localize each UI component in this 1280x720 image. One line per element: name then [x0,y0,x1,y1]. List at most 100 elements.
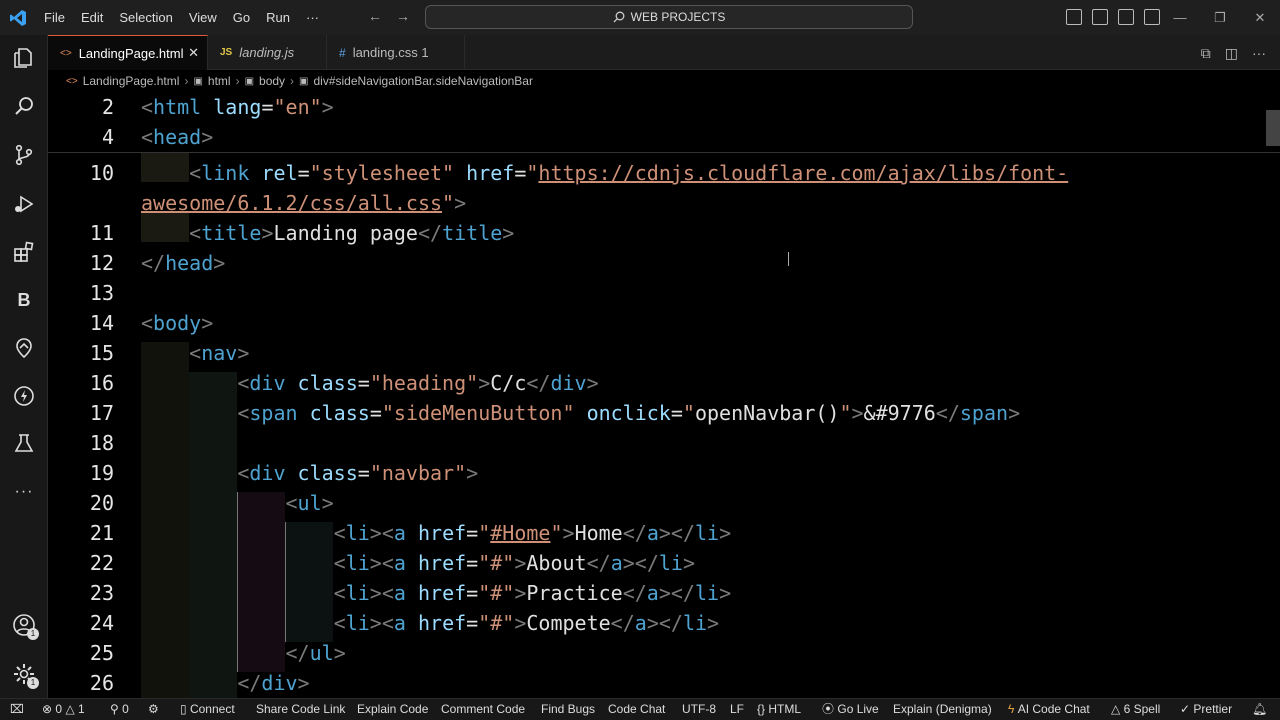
share-code-link-button[interactable]: Share Code Link [256,699,345,720]
breadcrumb-html[interactable]: ▣ html [193,74,230,88]
prettier-button[interactable]: ✓ Prettier [1180,699,1232,720]
accounts-badge: 1 [27,628,39,640]
restore-icon[interactable]: ❐ [1200,0,1240,35]
lightning-icon[interactable] [0,381,48,411]
code-line[interactable]: 10 <link rel="stylesheet" href="https://… [48,158,1280,188]
code-line[interactable]: 18 [48,428,1280,458]
menu-file[interactable]: File [36,0,73,35]
close-icon[interactable]: ✕ [1240,0,1280,35]
find-bugs-button[interactable]: Find Bugs [541,699,595,720]
remote-explorer-icon[interactable] [0,333,48,363]
code-chat-button[interactable]: Code Chat [608,699,665,720]
more-icon[interactable]: ··· [0,477,48,507]
open-preview-icon[interactable]: ⧉ [1201,45,1211,62]
line-number: 10 [89,161,114,185]
line-number: 14 [89,311,114,335]
toggle-primary-sidebar-icon[interactable] [1066,9,1082,25]
toggle-secondary-sidebar-icon[interactable] [1118,9,1134,25]
tab-landingpage-html[interactable]: <> LandingPage.html ✕ [48,35,208,70]
line-number: 12 [89,251,114,275]
extensions-icon[interactable] [0,237,48,267]
line-code: <li><a href="#Home">Home</a></li> [333,521,732,545]
breadcrumb-div[interactable]: ▣ div#sideNavigationBar.sideNavigationBar [299,74,533,88]
status-bar: ⌧ ⊗ 0 △ 1 ⚲ 0 ⚙ ▯ Connect Share Code Lin… [0,698,1280,720]
explain-denigma-button[interactable]: Explain (Denigma) [893,699,992,720]
line-code: <div class="heading">C/c</div> [237,371,599,395]
vscode-logo-icon [0,0,36,35]
tab-landing-css[interactable]: # landing.css 1 [327,35,465,70]
explorer-icon[interactable] [0,43,48,73]
code-line[interactable]: 26 </div> [48,668,1280,698]
code-editor[interactable]: 2 <html lang="en"> 4 <head> 10 <link rel="st… [48,92,1280,698]
code-line[interactable]: 2 <html lang="en"> [48,92,1280,122]
lightning-icon: ϟ [1008,702,1015,716]
code-line[interactable]: 19 <div class="navbar"> [48,458,1280,488]
explain-code-button[interactable]: Explain Code [357,699,428,720]
code-line[interactable]: 23 <li><a href="#">Practice</a></li> [48,578,1280,608]
chevron-right-icon: › [290,74,295,88]
connect-button[interactable]: ▯ Connect [180,699,235,720]
customize-layout-icon[interactable] [1144,9,1160,25]
ports-indicator[interactable]: ⚲ 0 [110,699,129,720]
code-line[interactable]: 15 <nav> [48,338,1280,368]
go-live-button[interactable]: ⦿ Go Live [822,699,879,720]
code-line[interactable]: 21 <li><a href="#Home">Home</a></li> [48,518,1280,548]
testing-icon[interactable] [0,429,48,459]
split-editor-icon[interactable]: ◫ [1225,45,1238,62]
forward-arrow-icon[interactable]: → [396,8,410,24]
minimize-icon[interactable]: — [1160,0,1200,35]
notifications-bell-icon[interactable]: 🔔︎ [1252,699,1267,720]
code-line[interactable]: 25 </ul> [48,638,1280,668]
line-number: 11 [89,221,114,245]
code-line[interactable]: 14 <body> [48,308,1280,338]
command-center-search[interactable]: WEB PROJECTS [425,5,913,29]
run-icon[interactable]: ⚙ [148,699,159,720]
b-extension-icon[interactable]: B [0,285,48,315]
search-icon [613,11,625,23]
menu-selection[interactable]: Selection [111,0,180,35]
accounts-icon[interactable]: 1 [0,610,48,640]
menu-more[interactable]: ··· [298,0,327,35]
code-line[interactable]: awesome/6.1.2/css/all.css"> [48,188,1280,218]
menu-go[interactable]: Go [225,0,258,35]
source-control-icon[interactable] [0,140,48,170]
menu-view[interactable]: View [181,0,225,35]
close-icon[interactable]: ✕ [188,45,199,61]
breadcrumb-file[interactable]: <> LandingPage.html [66,74,179,88]
code-line[interactable]: 16 <div class="heading">C/c</div> [48,368,1280,398]
tab-landing-js[interactable]: JS landing.js [208,35,327,70]
more-actions-icon[interactable]: ··· [1252,45,1266,62]
element-icon: ▣ [299,75,309,87]
line-code: <link rel="stylesheet" href="https://cdn… [189,161,1069,185]
encoding-indicator[interactable]: UTF-8 [682,699,716,720]
comment-code-button[interactable]: Comment Code [441,699,525,720]
tab-label: landing.js [239,45,295,60]
remote-indicator-icon[interactable]: ⌧ [10,699,24,720]
line-code: <title>Landing page</title> [189,221,515,245]
manage-gear-icon[interactable]: 1 [0,659,48,689]
code-line[interactable]: 11 <title>Landing page</title> [48,218,1280,248]
ai-code-chat-button[interactable]: ϟ AI Code Chat [1008,699,1090,720]
search-icon[interactable] [0,91,48,121]
run-debug-icon[interactable] [0,189,48,219]
menu-run[interactable]: Run [258,0,298,35]
error-count: 0 [55,702,63,716]
code-line[interactable]: 17 <span class="sideMenuButton" onclick=… [48,398,1280,428]
problems-indicator[interactable]: ⊗ 0 △ 1 [42,699,85,720]
code-line[interactable]: 12 </head> [48,248,1280,278]
toggle-panel-icon[interactable] [1092,9,1108,25]
language-mode[interactable]: {} HTML [757,699,801,720]
code-line[interactable]: 24 <li><a href="#">Compete</a></li> [48,608,1280,638]
code-line[interactable]: 22 <li><a href="#">About</a></li> [48,548,1280,578]
breadcrumb-body[interactable]: ▣ body [245,74,285,88]
code-line[interactable]: 4 <head> [48,122,1280,152]
html-file-icon: <> [66,75,78,87]
eol-indicator[interactable]: LF [730,699,744,720]
back-arrow-icon[interactable]: ← [368,8,382,24]
scrollbar-thumb[interactable] [1266,110,1280,146]
menu-edit[interactable]: Edit [73,0,111,35]
line-number: 19 [89,461,114,485]
code-line[interactable]: 20 <ul> [48,488,1280,518]
spell-check-indicator[interactable]: △ 6 Spell [1111,699,1160,720]
code-line[interactable]: 13 [48,278,1280,308]
